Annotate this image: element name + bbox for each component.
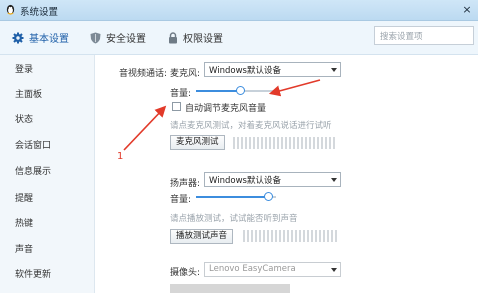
- annotation-arrow-to-checkbox: [123, 105, 167, 151]
- annotation-arrow-to-slider: [268, 79, 321, 97]
- annotation-overlay: [123, 79, 321, 151]
- annotation-step-number: 1: [117, 151, 124, 162]
